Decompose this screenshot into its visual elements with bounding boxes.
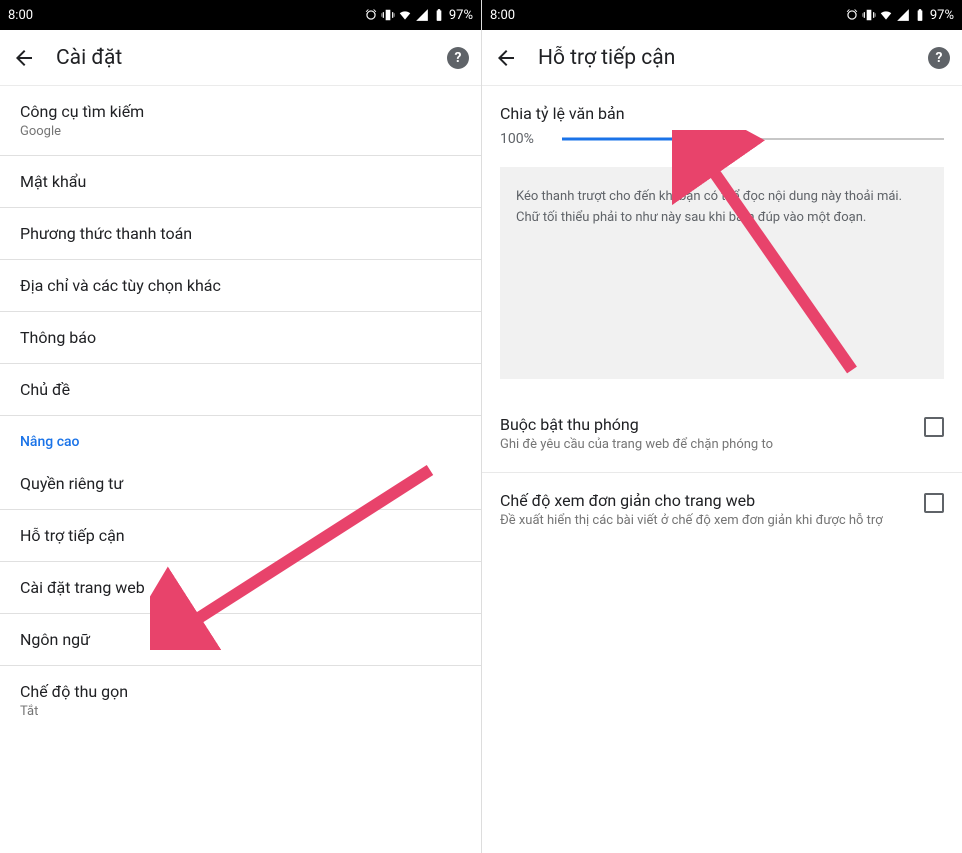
row-payments[interactable]: Phương thức thanh toán xyxy=(0,208,481,260)
row-title: Thông báo xyxy=(20,328,461,347)
row-lite-mode[interactable]: Chế độ thu gọn Tắt xyxy=(0,666,481,735)
row-search-engine[interactable]: Công cụ tìm kiếm Google xyxy=(0,86,481,156)
row-force-zoom[interactable]: Buộc bật thu phóng Ghi đè yêu cầu của tr… xyxy=(482,397,962,473)
row-title: Mật khẩu xyxy=(20,172,461,191)
status-time: 8:00 xyxy=(8,8,33,23)
row-subtitle: Ghi đè yêu cầu của trang web để chặn phó… xyxy=(500,436,910,454)
row-subtitle: Đề xuất hiển thị các bài viết ở chế độ x… xyxy=(500,512,910,530)
row-simplified-view[interactable]: Chế độ xem đơn giản cho trang web Đề xuấ… xyxy=(482,473,962,548)
text-scale-slider[interactable] xyxy=(562,129,944,149)
vibrate-icon xyxy=(862,8,876,22)
app-bar: Cài đặt ? xyxy=(0,30,481,86)
slider-fill xyxy=(562,138,715,141)
row-subtitle: Google xyxy=(20,124,461,139)
row-title: Địa chỉ và các tùy chọn khác xyxy=(20,276,461,295)
row-title: Chế độ thu gọn xyxy=(20,682,461,701)
status-time: 8:00 xyxy=(490,8,515,23)
row-site-settings[interactable]: Cài đặt trang web xyxy=(0,562,481,614)
status-bar: 8:00 97% xyxy=(482,0,962,30)
app-bar: Hỗ trợ tiếp cận ? xyxy=(482,30,962,86)
row-accessibility[interactable]: Hỗ trợ tiếp cận xyxy=(0,510,481,562)
battery-icon xyxy=(432,8,446,22)
simplified-view-checkbox[interactable] xyxy=(924,493,944,513)
row-title: Buộc bật thu phóng xyxy=(500,415,910,434)
text-scale-value: 100% xyxy=(500,131,548,147)
settings-pane: 8:00 97% Cài đặt ? Công cụ tìm kiếm Goog… xyxy=(0,0,481,853)
slider-thumb[interactable] xyxy=(707,131,723,147)
battery-percent: 97% xyxy=(449,8,473,23)
battery-icon xyxy=(913,8,927,22)
row-passwords[interactable]: Mật khẩu xyxy=(0,156,481,208)
page-title: Hỗ trợ tiếp cận xyxy=(538,46,908,70)
row-title: Chủ đề xyxy=(20,380,461,399)
help-icon[interactable]: ? xyxy=(928,47,950,69)
row-notifications[interactable]: Thông báo xyxy=(0,312,481,364)
alarm-icon xyxy=(364,8,378,22)
help-icon[interactable]: ? xyxy=(447,47,469,69)
accessibility-pane: 8:00 97% Hỗ trợ tiếp cận ? Chia tỷ lệ vă… xyxy=(481,0,962,853)
row-theme[interactable]: Chủ đề xyxy=(0,364,481,416)
row-privacy[interactable]: Quyền riêng tư xyxy=(0,458,481,510)
signal-icon xyxy=(415,8,429,22)
row-title: Phương thức thanh toán xyxy=(20,224,461,243)
row-title: Cài đặt trang web xyxy=(20,578,461,597)
settings-list: Công cụ tìm kiếm Google Mật khẩu Phương … xyxy=(0,86,481,735)
status-bar: 8:00 97% xyxy=(0,0,481,30)
text-scale-label: Chia tỷ lệ văn bản xyxy=(500,104,944,123)
vibrate-icon xyxy=(381,8,395,22)
wifi-icon xyxy=(879,8,893,22)
row-addresses[interactable]: Địa chỉ và các tùy chọn khác xyxy=(0,260,481,312)
row-title: Quyền riêng tư xyxy=(20,474,461,493)
signal-icon xyxy=(896,8,910,22)
row-title: Ngôn ngữ xyxy=(20,630,461,649)
row-language[interactable]: Ngôn ngữ xyxy=(0,614,481,666)
row-title: Công cụ tìm kiếm xyxy=(20,102,461,121)
alarm-icon xyxy=(845,8,859,22)
row-title: Chế độ xem đơn giản cho trang web xyxy=(500,491,910,510)
back-button[interactable] xyxy=(494,46,518,70)
row-title: Hỗ trợ tiếp cận xyxy=(20,526,461,545)
section-advanced: Nâng cao xyxy=(0,416,481,458)
text-scale-section: Chia tỷ lệ văn bản 100% xyxy=(482,86,962,157)
battery-percent: 97% xyxy=(930,8,954,23)
page-title: Cài đặt xyxy=(56,46,427,70)
text-scale-hint: Kéo thanh trượt cho đến khi bạn có thể đ… xyxy=(500,167,944,379)
row-subtitle: Tắt xyxy=(20,704,461,719)
wifi-icon xyxy=(398,8,412,22)
force-zoom-checkbox[interactable] xyxy=(924,417,944,437)
back-button[interactable] xyxy=(12,46,36,70)
